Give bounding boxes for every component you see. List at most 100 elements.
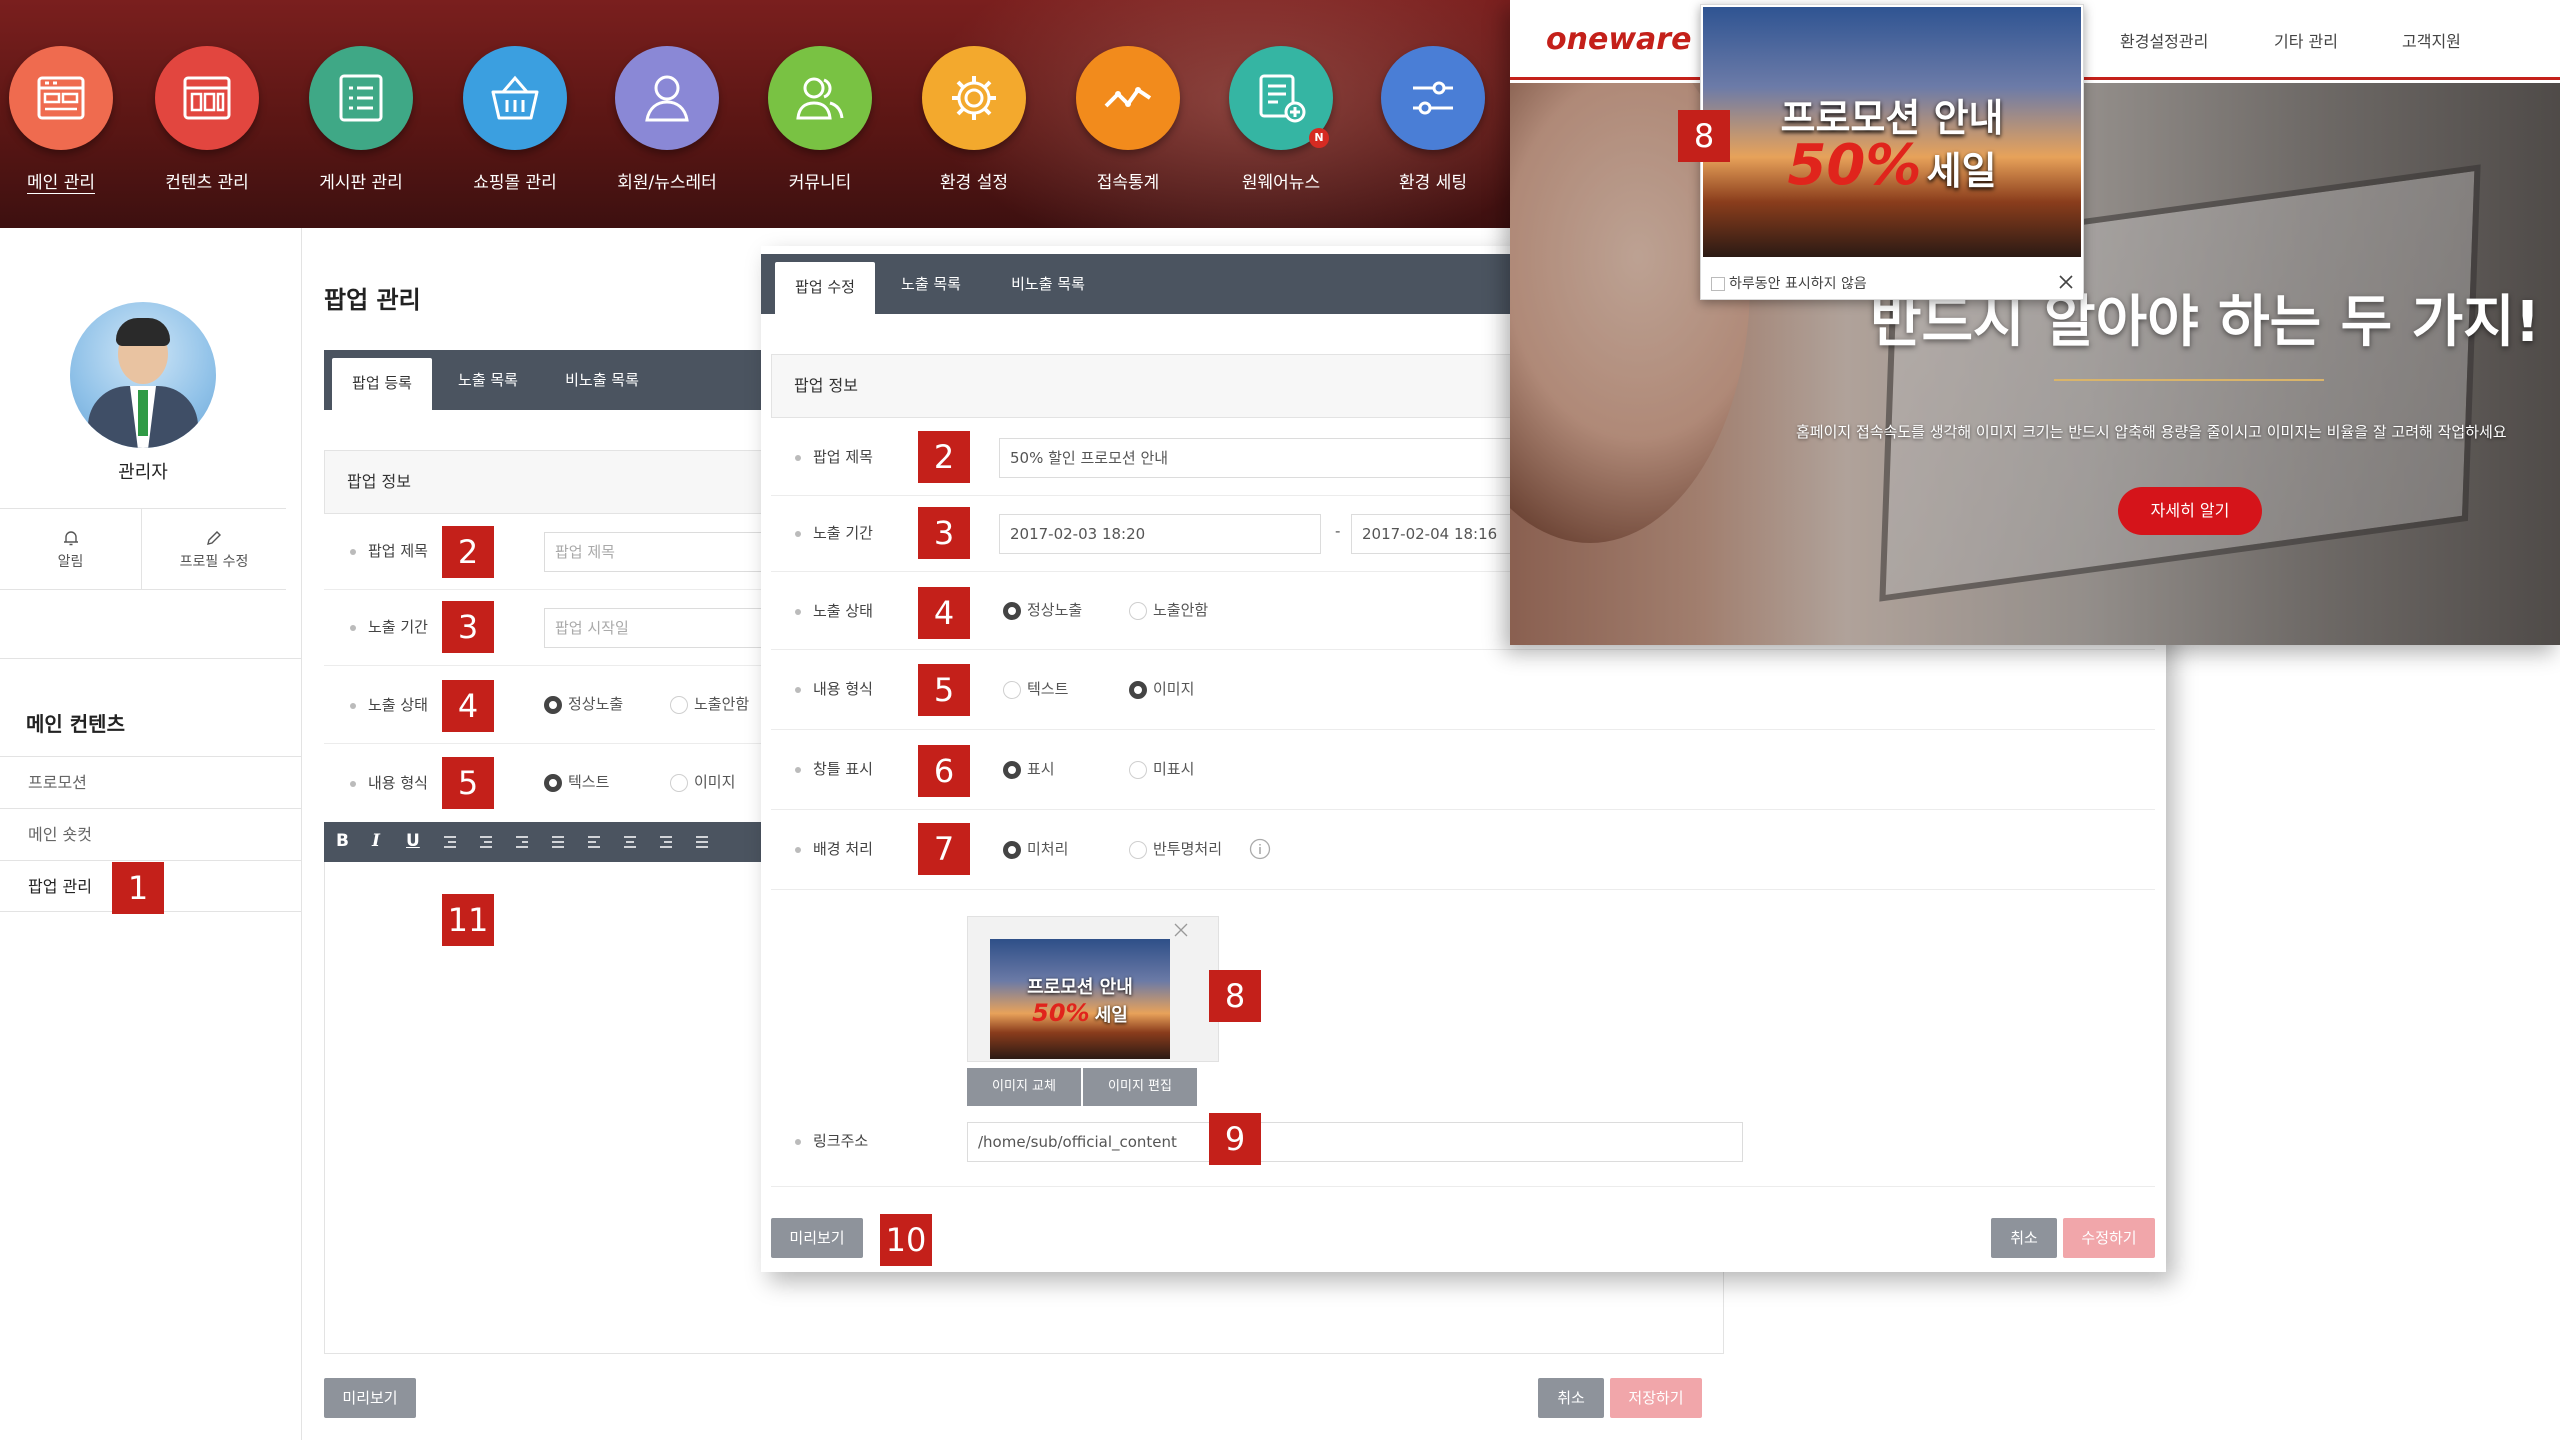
nav-label: 게시판 관리 xyxy=(319,173,403,193)
tab-hidden-list[interactable]: 비노출 목록 xyxy=(542,350,662,410)
popup-title-input[interactable]: 50% 할인 프로모션 안내 xyxy=(999,438,1599,478)
list-board-icon xyxy=(309,46,413,150)
bell-icon xyxy=(63,531,78,546)
badge-8: 8 xyxy=(1678,110,1730,162)
nav-item-8[interactable]: N 원웨어뉴스 xyxy=(1206,46,1356,193)
badge-edit-5: 5 xyxy=(918,664,970,716)
nav-item-9[interactable]: 환경 세팅 xyxy=(1358,46,1508,193)
tab-popup-register[interactable]: 팝업 등록 xyxy=(332,358,432,410)
radio-bg-none[interactable]: 미처리 xyxy=(1003,838,1068,859)
label-background: 배경 처리 xyxy=(795,838,873,859)
italic-button[interactable]: I xyxy=(372,831,380,851)
content-blocks-icon xyxy=(155,46,259,150)
tab-popup-edit[interactable]: 팝업 수정 xyxy=(775,262,875,314)
edit-image-button[interactable]: 이미지 편집 xyxy=(1083,1068,1197,1106)
radio-format-text[interactable]: 텍스트 xyxy=(544,771,609,792)
badge-3: 3 xyxy=(442,601,494,653)
nav-item-4[interactable]: 회원/뉴스레터 xyxy=(592,46,742,193)
popup-image[interactable]: 프로모션 안내 50% 세일 xyxy=(1703,7,2081,257)
news-doc-icon: N xyxy=(1229,46,1333,150)
edit-save-button[interactable]: 수정하기 xyxy=(2063,1218,2155,1258)
sliders-icon xyxy=(1381,46,1485,150)
profile-edit-button[interactable]: 프로필 수정 xyxy=(142,508,286,590)
close-icon[interactable] xyxy=(1174,923,1188,937)
popup-close-icon[interactable] xyxy=(2059,275,2073,289)
replace-image-button[interactable]: 이미지 교체 xyxy=(967,1068,1081,1106)
register-save-button[interactable]: 저장하기 xyxy=(1610,1378,1702,1418)
badge-2: 2 xyxy=(442,526,494,578)
radio-format-image[interactable]: 이미지 xyxy=(1129,678,1194,699)
hero-more-button[interactable]: 자세히 알기 xyxy=(2118,487,2262,535)
period-start-input[interactable]: 2017-02-03 18:20 xyxy=(999,514,1321,554)
radio-format-image[interactable]: 이미지 xyxy=(670,771,735,792)
profile-edit-label: 프로필 수정 xyxy=(179,554,249,570)
site-nav-etc[interactable]: 기타 관리 xyxy=(2274,28,2338,52)
dont-show-checkbox[interactable]: 하루동안 표시하지 않음 xyxy=(1711,273,1867,293)
link-url-input[interactable]: /home/sub/official_content xyxy=(967,1122,1743,1162)
site-popup: 프로모션 안내 50% 세일 하루동안 표시하지 않음 xyxy=(1700,4,2084,300)
nav-item-2[interactable]: 게시판 관리 xyxy=(286,46,436,193)
tab-hidden-list[interactable]: 비노출 목록 xyxy=(987,254,1109,314)
badge-6: 6 xyxy=(918,745,970,797)
nav-item-1[interactable]: 컨텐츠 관리 xyxy=(132,46,282,193)
thumb-sale-word: 세일 xyxy=(1094,1005,1128,1026)
top-navigation: 메인 관리 컨텐츠 관리 게시판 관리 쇼핑몰 관리 회원/뉴스레터 커뮤니티 환경 설정 접… xyxy=(0,0,1510,228)
label-format: 내용 형식 xyxy=(795,678,873,699)
badge-9: 9 xyxy=(1209,1113,1261,1165)
nav-label: 원웨어뉴스 xyxy=(1241,173,1321,193)
nav-item-7[interactable]: 접속통계 xyxy=(1053,46,1203,193)
hero-subtext: 홈페이지 접속속도를 생각해 이미지 크기는 반드시 압축해 용량을 줄이시고 … xyxy=(1796,423,2507,441)
tab-shown-list[interactable]: 노출 목록 xyxy=(881,254,981,314)
label-frame: 창틀 표시 xyxy=(795,758,873,779)
nav-item-0[interactable]: 메인 관리 xyxy=(0,46,136,193)
period-separator: - xyxy=(1335,522,1341,540)
site-logo[interactable]: oneware xyxy=(1546,22,1691,57)
alarm-label: 알림 xyxy=(57,554,84,570)
label-period: 노출 기간 xyxy=(350,616,428,637)
radio-status-normal[interactable]: 정상노출 xyxy=(1003,599,1082,620)
info-icon[interactable] xyxy=(1249,838,1271,860)
format-icons[interactable] xyxy=(442,834,742,850)
users-icon xyxy=(768,46,872,150)
bold-button[interactable]: B xyxy=(336,831,349,851)
site-nav-support[interactable]: 고객지원 xyxy=(2402,28,2461,52)
radio-bg-translucent[interactable]: 반투명처리 xyxy=(1129,838,1222,859)
radio-frame-show[interactable]: 표시 xyxy=(1003,758,1055,779)
image-thumb-box: 프로모션 안내 50% 세일 xyxy=(967,916,1219,1062)
menu-section-title: 메인 컨텐츠 xyxy=(26,712,125,736)
site-nav-settings[interactable]: 환경설정관리 xyxy=(2120,28,2208,52)
nav-item-5[interactable]: 커뮤니티 xyxy=(745,46,895,193)
radio-status-hide[interactable]: 노출안함 xyxy=(1129,599,1208,620)
promo-thumbnail: 프로모션 안내 50% 세일 xyxy=(990,939,1170,1059)
site-preview: oneware 환경설정관리 기타 관리 고객지원 반드시 알아야 하는 두 가… xyxy=(1510,0,2560,645)
radio-status-normal[interactable]: 정상노출 xyxy=(544,693,623,714)
register-cancel-button[interactable]: 취소 xyxy=(1538,1378,1604,1418)
popup-sale-pct: 50% xyxy=(1787,133,1922,198)
label-popup-title: 팝업 제목 xyxy=(350,540,428,561)
menu-item-main-shortcut[interactable]: 메인 숏컷 xyxy=(0,808,302,860)
new-badge: N xyxy=(1309,128,1329,148)
alarm-button[interactable]: 알림 xyxy=(0,508,142,590)
nav-label: 회원/뉴스레터 xyxy=(617,173,717,193)
edit-cancel-button[interactable]: 취소 xyxy=(1991,1218,2057,1258)
badge-edit-2: 2 xyxy=(918,431,970,483)
badge-1: 1 xyxy=(112,862,164,914)
edit-preview-button[interactable]: 미리보기 xyxy=(771,1218,863,1258)
underline-button[interactable]: U xyxy=(406,831,420,851)
badge-4: 4 xyxy=(442,680,494,732)
register-preview-button[interactable]: 미리보기 xyxy=(324,1378,416,1418)
pencil-icon xyxy=(207,531,221,545)
tab-shown-list[interactable]: 노출 목록 xyxy=(438,350,538,410)
radio-status-hide[interactable]: 노출안함 xyxy=(670,693,749,714)
gear-icon xyxy=(922,46,1026,150)
badge-edit-8: 8 xyxy=(1209,970,1261,1022)
window-grid-icon xyxy=(9,46,113,150)
nav-label: 환경 설정 xyxy=(940,173,1008,193)
nav-label: 접속통계 xyxy=(1096,173,1160,193)
radio-format-text[interactable]: 텍스트 xyxy=(1003,678,1068,699)
nav-item-6[interactable]: 환경 설정 xyxy=(899,46,1049,193)
menu-item-promotion[interactable]: 프로모션 xyxy=(0,756,302,808)
radio-frame-hide[interactable]: 미표시 xyxy=(1129,758,1194,779)
nav-item-3[interactable]: 쇼핑몰 관리 xyxy=(440,46,590,193)
dont-show-label: 하루동안 표시하지 않음 xyxy=(1729,276,1867,292)
